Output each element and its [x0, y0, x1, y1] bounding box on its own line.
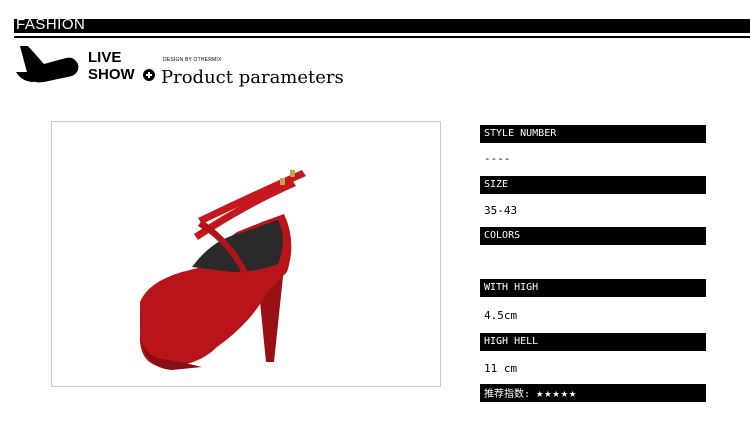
rating-bar: 推荐指数: ★★★★★ [480, 384, 706, 402]
param-label-high-hell: HIGH HELL [480, 333, 706, 351]
red-heel-pump-icon [140, 170, 306, 370]
param-label-with-high: WITH HIGH [480, 279, 706, 297]
page-title: Product parameters [161, 67, 344, 88]
product-image [51, 121, 441, 387]
param-value-size: 35-43 [484, 204, 518, 217]
param-value-style-number: ---- [484, 152, 511, 165]
param-label-size: SIZE [480, 176, 706, 194]
design-by-credit: DESIGN BY OTHERMIX [163, 57, 222, 63]
param-value-high-hell: 11 cm [484, 362, 518, 375]
brand-title: FASHION [16, 16, 86, 33]
top-bar: FASHION [14, 16, 750, 33]
rating-stars-icon: ★★★★★ [536, 386, 578, 400]
plus-circle-icon [143, 69, 155, 81]
header-divider [14, 36, 750, 38]
param-label-colors: COLORS [480, 227, 706, 245]
logo-text-show: SHOW [88, 66, 135, 83]
param-label-style-number: STYLE NUMBER [480, 125, 706, 143]
rating-label: 推荐指数: [484, 389, 531, 400]
logo-text-live: LIVE [88, 49, 122, 66]
param-value-with-high: 4.5cm [484, 309, 518, 322]
shoe-logo-icon [16, 46, 79, 83]
